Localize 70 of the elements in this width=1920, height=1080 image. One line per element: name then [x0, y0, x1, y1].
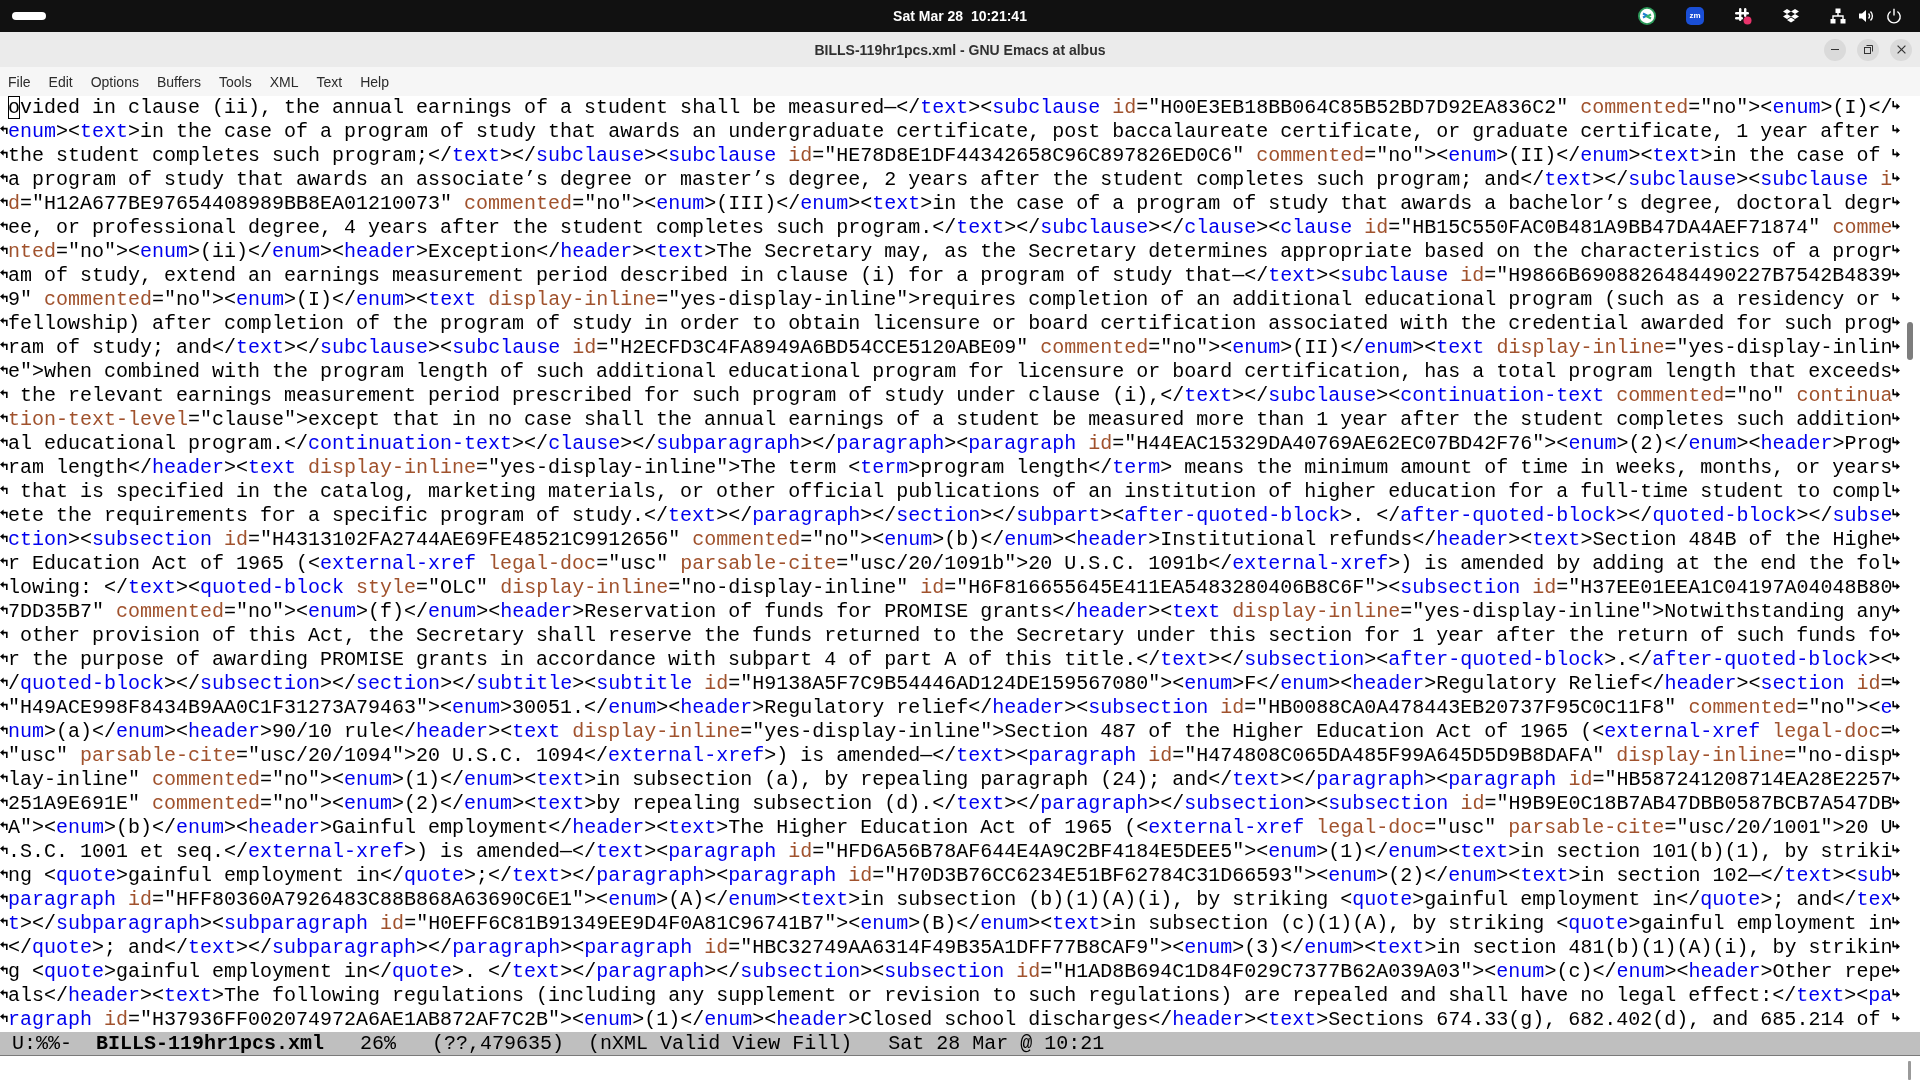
code-line: tion-text-level="clause">except that in no case shall the annual earnings of a student be measured more than 1 year after the student completes such addition: [8, 408, 1892, 432]
code-line: r the purpose of awarding PROMISE grants in accordance with subpart 4 of part A of this title.</text></subsection><after-quoted-block>.</after-quoted-block><: [8, 648, 1892, 672]
code-line: am of study, extend an earnings measurement period described in clause (i) for a program of study that—</text><subclause id="H9866B6908826484490227B7542B4839: [8, 264, 1892, 288]
code-line: r Education Act of 1965 (<external-xref legal-doc="usc" parsable-cite="usc/20/1091b">20 U.S.C. 1091b</external-xref>) is amended by adding at the end the fol: [8, 552, 1892, 576]
code-line: "H49ACE998F8434B9AA0C1F31273A79463"><enum>30051.</enum><header>Regulatory relief</header><subsection id="HB0088CA0A478443EB20737F95C0C11F8" commented="no"><e: [8, 696, 1892, 720]
close-icon: [1896, 45, 1906, 54]
menu-item[interactable]: Tools: [211, 73, 260, 90]
code-line: .S.C. 1001 et seq.</external-xref>) is amended—</text><paragraph id="HFD6A56B78AF644E4A9C2BF4184E5DEE5"><enum>(1)</enum><text>in section 101(b)(1), by striki: [8, 840, 1892, 864]
code-line: ete the requirements for a specific program of study.</text></paragraph></section></subpart><after-quoted-block>. </after-quoted-block></quoted-block></subse: [8, 504, 1892, 528]
code-line: ovided in clause (ii), the annual earnings of a student shall be measured—</text><subclause id="H00E3EB18BB064C85B52BD7D92EA836C2" commented="no"><enum>(I)</: [8, 96, 1892, 120]
line-column: (??,479635): [432, 1032, 565, 1055]
code-line: A"><enum>(b)</enum><header>Gainful employment</header><text>The Higher Education Act of 1965 (<external-xref legal-doc="usc" parsable-cite="usc/20/1001">20 U: [8, 816, 1892, 840]
restore-icon: [1863, 45, 1873, 54]
code-line: als</header><text>The following regulations (including any supplement or revision to such regulations) are repealed and shall have no legal effect:</text><pa: [8, 984, 1892, 1008]
code-line: al educational program.</continuation-text></clause></subparagraph></paragraph><paragraph id="H44EAC15329DA40769AE62EC07BD42F76"><enum>(2)</enum><header>Prog: [8, 432, 1892, 456]
code-line: ram of study; and</text></subclause><subclause id="H2ECFD3C4FA8949A6BD54CCE5120ABE09" commented="no"><enum>(II)</enum><text display-inline="yes-display-inlin: [8, 336, 1892, 360]
buffer-status: U:%%-: [12, 1032, 72, 1055]
menu-item[interactable]: XML: [261, 73, 307, 90]
menu-item[interactable]: Help: [352, 73, 397, 90]
code-line: the student completes such program;</text></subclause><subclause id="HE78D8E1DF44342658C96C897826ED0C6" commented="no"><enum>(II)</enum><text>in the case of: [8, 144, 1882, 168]
network-icon[interactable]: [1830, 8, 1846, 24]
menu-item[interactable]: Edit: [40, 73, 81, 90]
app-indicator[interactable]: zm: [1686, 7, 1704, 25]
code-line: 7DD35B7" commented="no"><enum>(f)</enum><header>Reservation of funds for PROMISE grants</header><text display-inline="yes-display-inline">Notwithstanding any: [8, 600, 1892, 624]
code-line: the relevant earnings measurement period prescribed for such program of study under clause (i),</text></subclause><continuation-text commented="no" continua: [19, 384, 1892, 408]
power-icon[interactable]: [1886, 8, 1902, 24]
minimize-icon: [1831, 49, 1839, 50]
code-line: ee, or professional degree, 4 years after the student completes such program.</text></subclause></clause><clause id="HB15C550FAC0B481A9BB47DA4AEF71874" comme: [8, 216, 1892, 240]
code-line: e">when combined with the program length of such additional educational program for licensure or board certification, has a total program length that exceeds: [8, 360, 1892, 384]
code-line: g <quote>gainful employment in</quote>. </text></paragraph></subsection><subsection id="H1AD8B694C1D84F029C7377B62A039A03"><enum>(c)</enum><header>Other repe: [8, 960, 1892, 984]
code-line: /quoted-block></subsection></section></subtitle><subtitle id="H9138A5F7C9B54446AD124DE159567080"><enum>F</enum><header>Regulatory Relief</header><section id=: [8, 672, 1892, 696]
scrollbar-thumb[interactable]: [1907, 322, 1913, 360]
code-line: fellowship) after completion of the program of study in order to obtain licensure or board certification associated with the credential awarded for such prog: [8, 312, 1892, 336]
code-line: ng <quote>gainful employment in</quote>;</text></paragraph><paragraph id="H70D3B76CC6234E51BF62784C31D66593"><enum>(2)</enum><text>in section 102—</text><sub: [8, 864, 1892, 888]
code-line: nted="no"><enum>(ii)</enum><header>Exception</header><text>The Secretary may, as the Secretary determines appropriate based on the characteristics of a progr: [8, 240, 1892, 264]
workspace-pill-icon[interactable]: [12, 12, 46, 20]
code-line: ction><subsection id="H4313102FA2744AE69FE48521C9912656" commented="no"><enum>(b)</enum><header>Institutional refunds</header><text>Section 484B of the Highe: [8, 528, 1892, 552]
code-line: ram length</header><text display-inline="yes-display-inline">The term <term>program length</term> means the minimum amount of time in weeks, months, or years: [8, 456, 1892, 480]
code-line: 9" commented="no"><enum>(I)</enum><text display-inline="yes-display-inline">requires completion of an additional educational program (such as a residency or: [8, 288, 1882, 312]
code-line: that is specified in the catalog, marketing materials, or other official publications of an institution of higher education for a full-time student to compl: [19, 480, 1892, 504]
code-line: t></subparagraph><subparagraph id="H0EFF6C81B91349EE9D4F0A81C96741B7"><enum>(B)</enum><text>in subsection (c)(1)(A), by striking <quote>gainful employment in: [8, 912, 1892, 936]
code-line: </quote>; and</text></subparagraph></paragraph><paragraph id="HBC32749AA6314F49B35A1DFF77B8CAF9"><enum>(3)</enum><text>in section 481(b)(1)(A)(i), by strikin: [8, 936, 1892, 960]
code-line: d="H12A677BE97654408989BB8EA01210073" commented="no"><enum>(III)</enum><text>in the case of a program of study that awards a bachelor’s degree, doctoral degr: [8, 192, 1892, 216]
code-line: lay-inline" commented="no"><enum>(1)</enum><text>in subsection (a), by repealing paragraph (24); and</text></paragraph><paragraph id="HB587241208714EA28E2257: [8, 768, 1892, 792]
hash-app-icon[interactable]: [1734, 7, 1752, 25]
code-line: 251A9E691E" commented="no"><enum>(2)</enum><text>by repealing subsection (d).</text></paragraph></subsection><subsection id="H9B9E0C18B7AB47DBB0587BCB7A547DB: [8, 792, 1892, 816]
code-line: a program of study that awards an associate’s degree or master’s degree, 2 years after the student completes such program; and</text></subclause><subclause i: [8, 168, 1892, 192]
menu-item[interactable]: Options: [82, 73, 147, 90]
code-line: ragraph id="H37936FF002074972A6AE1AB872AF7C2B"><enum>(1)</enum><header>Closed school discharges</header><text>Sections 674.33(g), 682.402(d), and 685.214 of: [8, 1008, 1882, 1032]
menu-item[interactable]: File: [0, 73, 39, 90]
code-line: lowing: </text><quoted-block style="OLC" display-inline="no-display-inline" id="H6F816655645E411EA5483280406B8C6F"><subsection id="H37EE01EEA1C04197A04048B80: [8, 576, 1892, 600]
menu-item[interactable]: Buffers: [148, 73, 210, 90]
maximize-button[interactable]: [1857, 38, 1879, 61]
buffer-name: BILLS-119hr1pcs.xml: [96, 1032, 325, 1055]
clock[interactable]: Sat Mar 28 10:21:41: [893, 8, 1027, 24]
mode-list: (nXML Valid View Fill): [588, 1032, 853, 1055]
window-title: BILLS-119hr1pcs.xml - GNU Emacs at albus: [814, 41, 1106, 58]
mode-line-clock: Sat 28 Mar @ 10:21: [888, 1032, 1105, 1055]
round-app-icon[interactable]: [1638, 7, 1656, 25]
code-line: enum><text>in the case of a program of study that awards an undergraduate certificate, post baccalaureate certificate, or graduate certificate, 1 year after: [8, 120, 1882, 144]
scrollbar-thumb[interactable]: [1908, 1061, 1911, 1080]
code-line: other provision of this Act, the Secretary shall reserve the funds returned to the Secretary under this section for 1 year after the return of such funds fo: [19, 624, 1892, 648]
code-line: "usc" parsable-cite="usc/20/1094">20 U.S.C. 1094</external-xref>) is amended—</text><paragraph id="H474808C065DA485F99A645D5D9B8DAFA" display-inline="no-disp: [8, 744, 1892, 768]
code-line: paragraph id="HFF80360A7926483C88B868A63690C6E1"><enum>(A)</enum><text>in subsection (b)(1)(A)(i), by striking <quote>gainful employment in</quote>; and</tex: [8, 888, 1892, 912]
scroll-position: 26%: [360, 1032, 397, 1055]
volume-icon[interactable]: [1858, 8, 1874, 24]
close-button[interactable]: [1890, 38, 1912, 61]
diamonds-icon[interactable]: [1782, 8, 1800, 24]
code-line: num>(a)</enum><header>90/10 rule</header><text display-inline="yes-display-inline">Section 487 of the Higher Education Act of 1965 (<external-xref legal-doc=: [8, 720, 1892, 744]
menu-item[interactable]: Text: [308, 73, 351, 90]
